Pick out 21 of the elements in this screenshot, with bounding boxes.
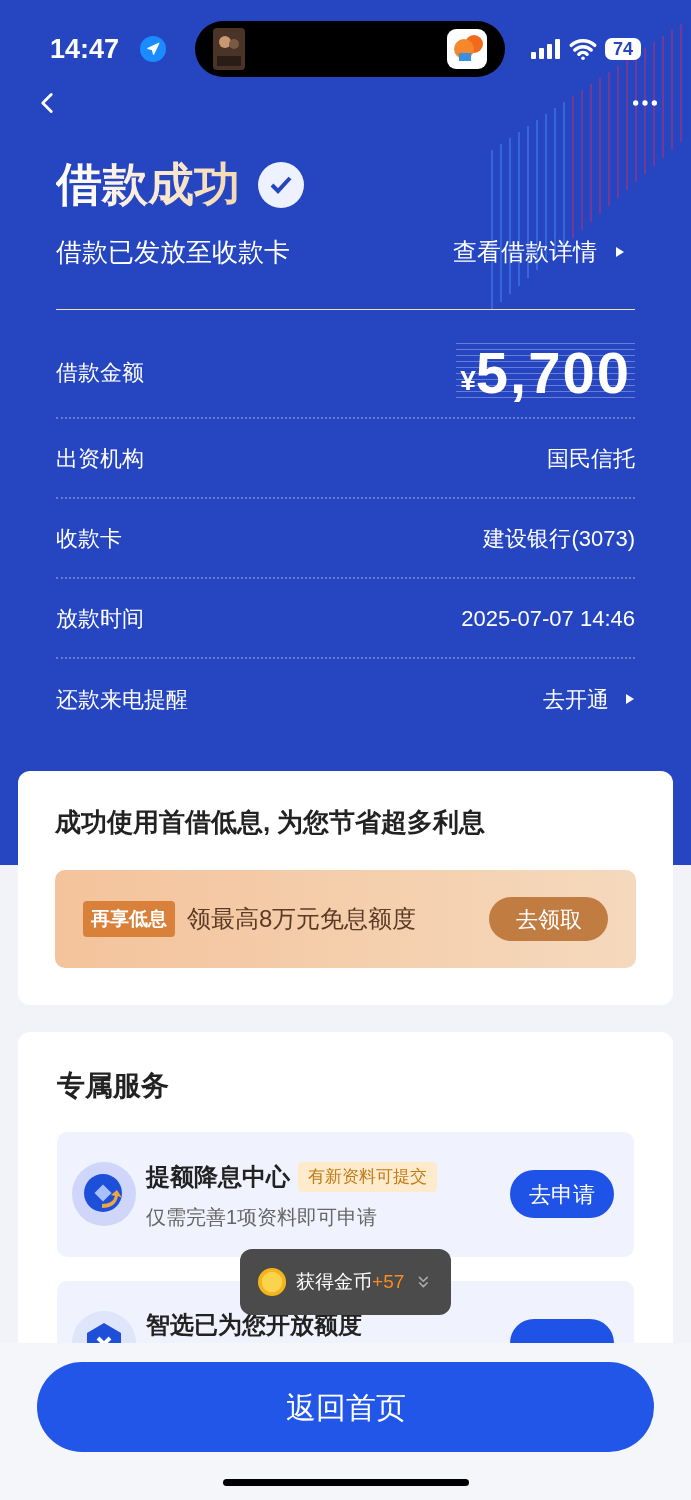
detail-label: 出资机构 xyxy=(56,444,144,473)
service-description: 仅需完善1项资料即可申请 xyxy=(146,1204,379,1230)
promo-tag: 再享低息 xyxy=(83,900,175,938)
clock-time: 14:47 xyxy=(50,32,121,66)
promo-title: 成功使用首借低息, 为您节省超多利息 xyxy=(55,806,487,839)
service-badge: 有新资料可提交 xyxy=(298,1162,437,1192)
subtitle: 借款已发放至收款卡 xyxy=(56,235,290,269)
service-name: 提额降息中心 xyxy=(146,1162,290,1191)
toast-text: 获得金币+57 xyxy=(296,1269,405,1294)
amount-label: 借款金额 xyxy=(56,359,144,387)
promo-text: 领最高8万元免息额度 xyxy=(187,904,417,934)
currency-symbol: ¥ xyxy=(460,364,476,396)
detail-value: 国民信托 xyxy=(547,444,635,473)
detail-label: 收款卡 xyxy=(56,524,122,553)
battery-level: 74 xyxy=(604,38,641,60)
services-title: 专属服务 xyxy=(57,1069,170,1103)
detail-value: 建设银行(3073) xyxy=(483,524,635,553)
detail-label: 还款来电提醒 xyxy=(56,685,188,714)
detail-value: 2025-07-07 14:46 xyxy=(461,604,635,633)
loan-amount: 5,700 xyxy=(475,342,631,403)
detail-label: 放款时间 xyxy=(56,604,144,633)
